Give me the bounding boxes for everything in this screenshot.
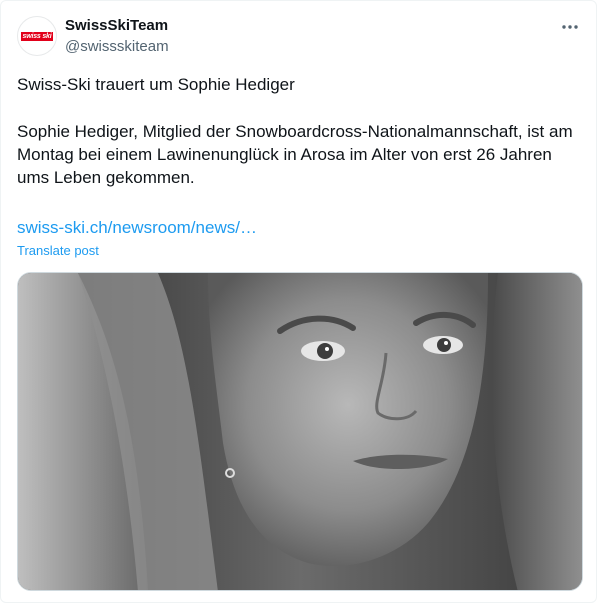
post-photo[interactable] (17, 272, 583, 591)
more-horizontal-icon (562, 25, 578, 29)
author-display-name[interactable]: SwissSkiTeam (65, 16, 168, 36)
post-card[interactable]: swiss ski SwissSkiTeam @swissskiteam Swi… (0, 0, 597, 603)
swiss-ski-logo: swiss ski (20, 31, 54, 41)
avatar[interactable]: swiss ski (17, 16, 57, 56)
article-link[interactable]: swiss-ski.ch/newsroom/news/… (17, 216, 257, 239)
post-headline: Swiss-Ski trauert um Sophie Hediger (17, 75, 295, 94)
author-handle[interactable]: @swissskiteam (65, 37, 169, 57)
translate-post-button[interactable]: Translate post (17, 242, 99, 260)
more-options-button[interactable] (558, 15, 582, 39)
post-body: Sophie Hediger, Mitglied der Snowboardcr… (17, 122, 573, 187)
portrait-photo (18, 273, 582, 590)
